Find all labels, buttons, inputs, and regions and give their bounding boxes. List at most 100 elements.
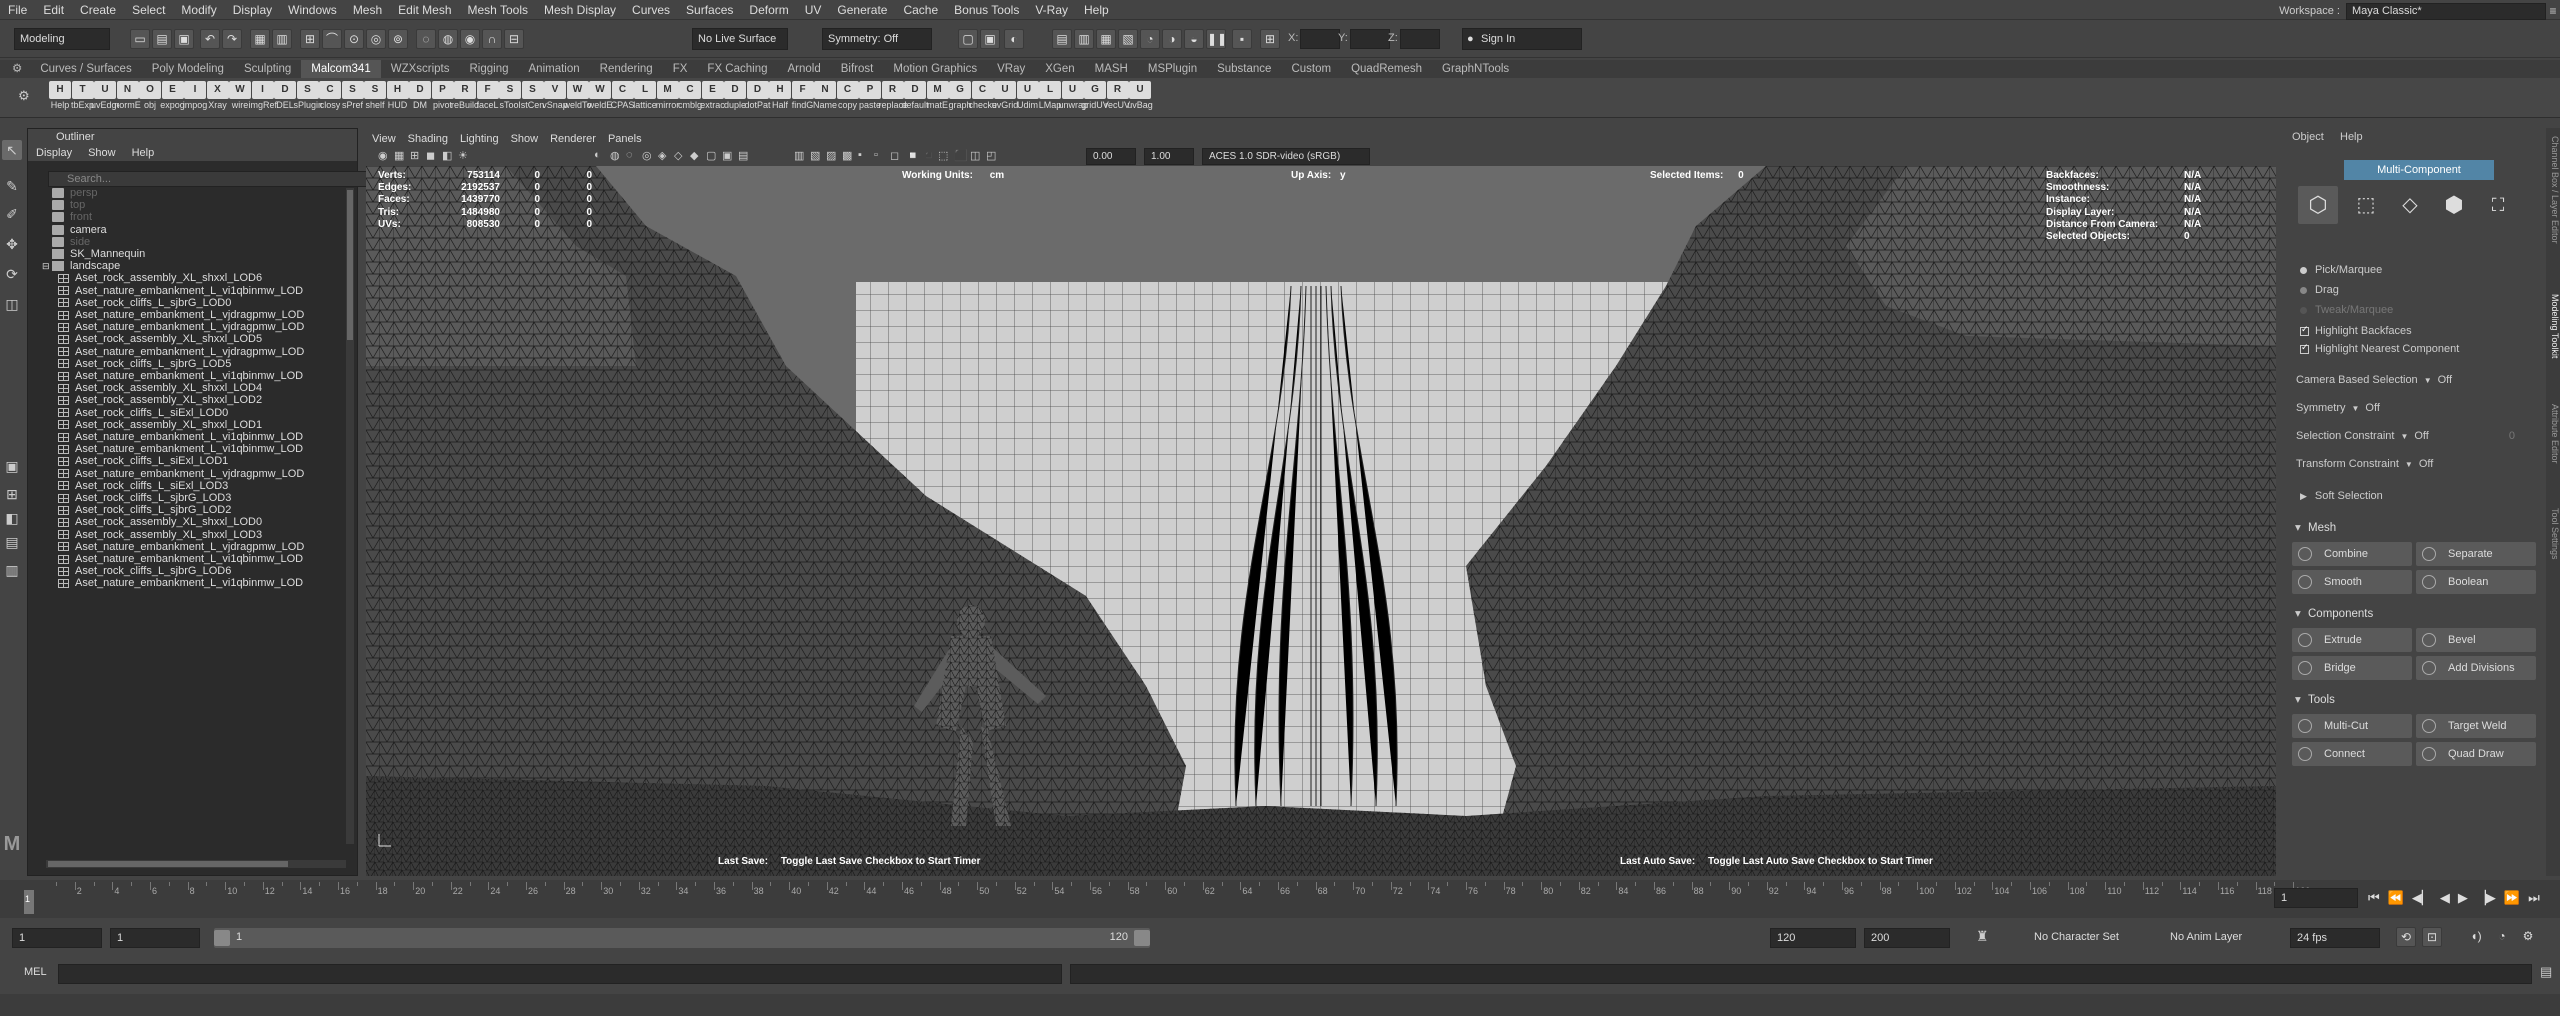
menu-display[interactable]: Display	[225, 0, 280, 20]
viewport-ortho-icon[interactable]: ▣	[722, 149, 732, 162]
viewport-grey-icon[interactable]: ◰	[986, 149, 996, 162]
sound-icon[interactable]: ◖)	[2466, 927, 2486, 947]
outliner-item[interactable]: Aset_rock_cliffs_L_sjbrG_LOD3	[58, 492, 358, 504]
outliner-item[interactable]: Aset_rock_cliffs_L_siExl_LOD1	[58, 455, 358, 467]
menu-surfaces[interactable]: Surfaces	[678, 0, 741, 20]
play-forward-icon[interactable]: ▶	[2458, 890, 2468, 906]
menu-cache[interactable]: Cache	[895, 0, 946, 20]
outliner-item[interactable]: Aset_nature_embankment_L_vi1qbinmw_LOD	[58, 431, 358, 443]
gamma-field[interactable]: 1.00	[1144, 148, 1194, 165]
viewport-gate-icon[interactable]: ▫	[874, 149, 878, 161]
fps-dropdown[interactable]: 24 fps	[2290, 928, 2380, 948]
viewport-wireframe-icon[interactable]: ⊞	[410, 149, 419, 162]
snap-grid-icon[interactable]: ⊞	[300, 29, 320, 49]
outliner-item[interactable]: Aset_rock_cliffs_L_siExl_LOD0	[58, 407, 358, 419]
viewport-camera-icon[interactable]: ◉	[378, 149, 388, 162]
symmetry-dropdown[interactable]: Symmetry: Off	[822, 28, 932, 50]
vertex-mode-icon[interactable]: ⬚	[2346, 186, 2386, 224]
viewport-overlay-icon[interactable]: ⬚	[938, 149, 948, 162]
layout-four-icon[interactable]: ⊞	[2, 484, 22, 504]
step-forward-frame-icon[interactable]: ▕▶	[2476, 890, 2496, 906]
outliner-item[interactable]: side	[52, 236, 358, 248]
face-mode-icon[interactable]: ⬢	[2434, 186, 2474, 224]
menu-select[interactable]: Select	[124, 0, 173, 20]
workspace-dropdown[interactable]: Maya Classic*	[2346, 2, 2546, 20]
go-to-start-icon[interactable]: ⏮	[2368, 890, 2380, 906]
workspace-menu-icon[interactable]: ≡	[2546, 4, 2560, 18]
outliner-item[interactable]: SK_Mannequin	[52, 248, 358, 260]
outliner-item[interactable]: Aset_nature_embankment_L_vjdragpmw_LOD	[58, 541, 358, 553]
shelf-tab-msplugin[interactable]: MSPlugin	[1138, 60, 1207, 78]
toolkit-multi-cut-button[interactable]: Multi-Cut	[2292, 714, 2412, 738]
viewport-light-icon[interactable]: ☀	[458, 149, 468, 162]
shelf-tab-rigging[interactable]: Rigging	[460, 60, 519, 78]
paint-select-icon[interactable]: ◍	[438, 29, 458, 49]
outliner-item[interactable]: Aset_rock_assembly_XL_shxxl_LOD1	[58, 419, 358, 431]
viewport-field-icon[interactable]: ◻	[890, 149, 899, 162]
layout-outliner-icon[interactable]: ▤	[2, 532, 22, 552]
reflect-icon[interactable]: ⊟	[504, 29, 524, 49]
save-scene-icon[interactable]: ▣	[174, 29, 194, 49]
shelf-tab-poly-modeling[interactable]: Poly Modeling	[142, 60, 234, 78]
viewport-focus-icon[interactable]: ▧	[810, 149, 820, 162]
outliner-search-input[interactable]: Search...	[48, 171, 378, 187]
animation-start-field[interactable]: 1	[12, 928, 102, 948]
viewport-aa-icon[interactable]: ◌	[626, 149, 633, 161]
menu-mesh-display[interactable]: Mesh Display	[536, 0, 624, 20]
open-scene-icon[interactable]: ▭	[130, 29, 150, 49]
outliner-horizontal-scrollbar[interactable]	[46, 860, 346, 868]
viewport-resolution-icon[interactable]: ▩	[842, 149, 852, 162]
snap-live-icon[interactable]: ⊚	[388, 29, 408, 49]
viewport-hud-icon[interactable]: ◽	[906, 149, 920, 162]
outliner-menu-display[interactable]: Display	[28, 145, 80, 161]
components-section-header[interactable]: Components	[2292, 604, 2538, 624]
playback-end-field[interactable]: 120	[1770, 928, 1856, 948]
menu-v-ray[interactable]: V-Ray	[1027, 0, 1076, 20]
outliner-item[interactable]: Aset_rock_assembly_XL_shxxl_LOD2	[58, 394, 358, 406]
magnet-icon[interactable]: ∩	[482, 29, 502, 49]
play-backward-icon[interactable]: ◀	[2440, 890, 2450, 906]
viewport-ref-icon[interactable]: ◫	[970, 149, 980, 162]
side-tab-tool-settings[interactable]: Tool Settings	[2546, 508, 2560, 560]
render-stop-icon[interactable]: ▪	[1232, 29, 1252, 49]
mesh-section-header[interactable]: Mesh	[2292, 518, 2538, 538]
viewport-shadow-icon[interactable]: ◐	[594, 149, 601, 161]
transform-mode-icon[interactable]: ⊞	[1260, 29, 1280, 49]
toolkit-bridge-button[interactable]: Bridge	[2292, 656, 2412, 680]
live-surface-dropdown[interactable]: No Live Surface	[692, 28, 788, 50]
lasso-tool-icon[interactable]: ✎	[2, 176, 22, 196]
auto-key-icon[interactable]: ⊡	[2422, 927, 2442, 947]
shelf-tab-sculpting[interactable]: Sculpting	[234, 60, 301, 78]
layout-two-icon[interactable]: ◧	[2, 508, 22, 528]
viewport-menu-show[interactable]: Show	[505, 130, 545, 148]
select-hierarchy-icon[interactable]: ▦	[250, 29, 270, 49]
viewport-xray-icon[interactable]: ◇	[674, 149, 682, 162]
shelf-tab-curves-surfaces[interactable]: Curves / Surfaces	[30, 60, 141, 78]
lasso-icon[interactable]: ◌	[416, 29, 436, 49]
shelf-tab-wzxscripts[interactable]: WZXscripts	[381, 60, 460, 78]
menu-uv[interactable]: UV	[797, 0, 830, 20]
toolkit-add-divisions-button[interactable]: Add Divisions	[2416, 656, 2536, 680]
outliner-vertical-scrollbar[interactable]	[346, 188, 354, 844]
range-end-handle[interactable]	[1134, 930, 1150, 946]
animation-end-field[interactable]: 200	[1864, 928, 1950, 948]
tweak-marquee-option[interactable]: Tweak/Marquee	[2300, 304, 2393, 316]
menu-edit-mesh[interactable]: Edit Mesh	[390, 0, 459, 20]
viewport-menu-lighting[interactable]: Lighting	[454, 130, 505, 148]
toolkit-menu-object[interactable]: Object	[2292, 131, 2324, 143]
rotate-tool-icon[interactable]: ⟳	[2, 264, 22, 284]
soft-select-icon[interactable]: ◉	[460, 29, 480, 49]
camera-based-selection[interactable]: Camera Based Selection ▼ Off	[2296, 374, 2452, 386]
symmetry-setting[interactable]: Symmetry ▼ Off	[2296, 402, 2380, 414]
object-mode-icon[interactable]: ⬡	[2298, 186, 2338, 224]
sign-in-dropdown[interactable]: ● Sign In	[1462, 28, 1582, 50]
exposure-field[interactable]: 0.00	[1086, 148, 1136, 165]
select-tool-icon[interactable]: ↖	[2, 140, 22, 160]
viewport-isolate-icon[interactable]: ◈	[658, 149, 666, 162]
pick-marquee-option[interactable]: Pick/Marquee	[2300, 264, 2382, 276]
viewport-zoom-icon[interactable]: ▥	[794, 149, 804, 162]
expand-icon[interactable]: ⊟	[42, 261, 52, 271]
outliner-item[interactable]: Aset_rock_assembly_XL_shxxl_LOD6	[58, 272, 358, 284]
playback-start-field[interactable]: 1	[110, 928, 200, 948]
outliner-item[interactable]: Aset_nature_embankment_L_vjdragpmw_LOD	[58, 321, 358, 333]
